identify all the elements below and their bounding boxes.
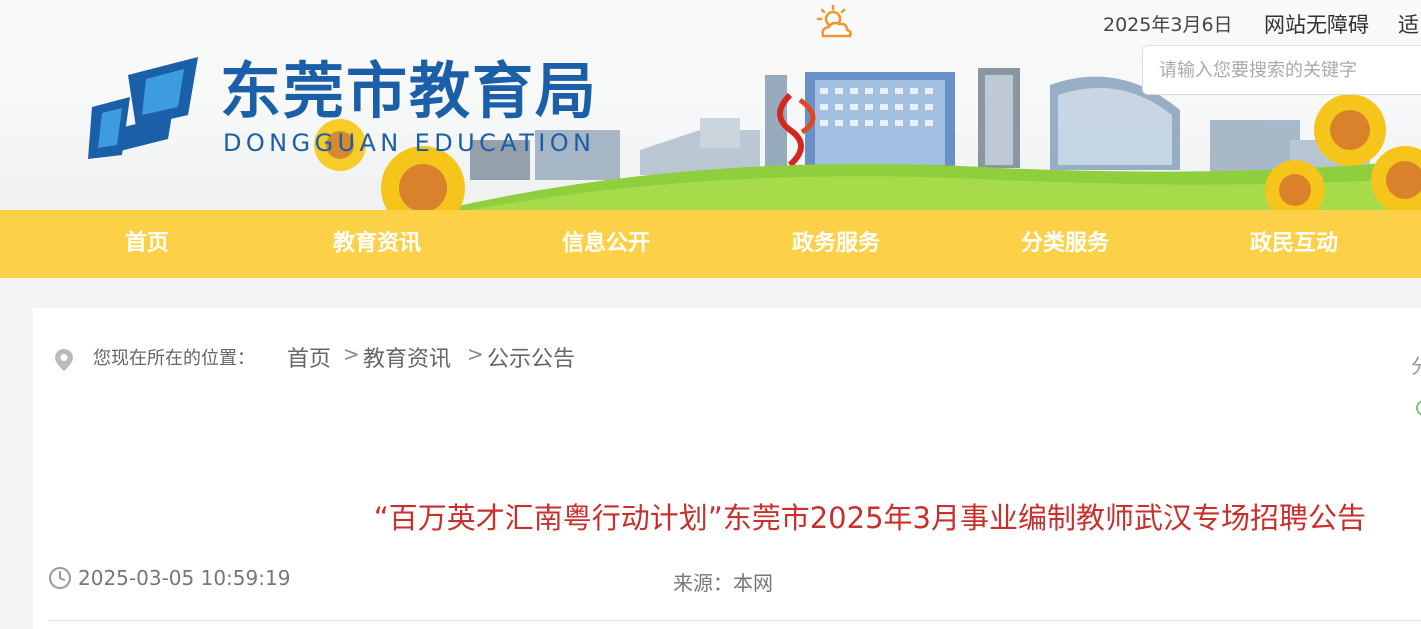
site-banner: 2025年3月6日 网站无障碍 适 东莞市教育局 DONGGUAN EDUCAT…: [0, 0, 1421, 210]
location-pin-icon: [55, 349, 73, 371]
nav-item-info-disclosure[interactable]: 信息公开: [491, 210, 721, 278]
article-panel: 您现在所在的位置： 首页 > 教育资讯 > 公示公告 分 “百万英才汇南粤行动计…: [33, 308, 1421, 629]
main-nav: 首页 教育资讯 信息公开 政务服务 分类服务 政民互动: [0, 210, 1421, 278]
nav-item-gov-services[interactable]: 政务服务: [721, 210, 951, 278]
article-source: 来源：本网: [673, 571, 773, 595]
sun-cloud-icon: [816, 4, 852, 38]
divider: [48, 620, 1421, 621]
breadcrumb-label: 您现在所在的位置：: [93, 348, 255, 369]
share-label-partial: 分: [1411, 350, 1421, 379]
breadcrumb-home[interactable]: 首页: [287, 341, 331, 373]
nav-item-education-news[interactable]: 教育资讯: [262, 210, 492, 278]
share-wechat-icon[interactable]: [1416, 400, 1421, 416]
publish-time: 2025-03-05 10:59:19: [78, 566, 291, 590]
site-name-en: DONGGUAN EDUCATION: [223, 129, 596, 157]
search-input[interactable]: [1143, 46, 1421, 94]
article-title: “百万英才汇南粤行动计划”东莞市2025年3月事业编制教师武汉专场招聘公告: [373, 501, 1366, 535]
breadcrumb-separator: >: [467, 342, 484, 366]
nav-item-home[interactable]: 首页: [32, 210, 262, 278]
breadcrumb-separator: >: [343, 342, 360, 366]
site-logo-icon: [88, 57, 198, 159]
search-box[interactable]: [1142, 45, 1421, 95]
breadcrumb-announcements[interactable]: 公示公告: [487, 341, 575, 373]
site-name: 东莞市教育局: [220, 56, 599, 127]
nav-item-public-interaction[interactable]: 政民互动: [1179, 210, 1409, 278]
clock-icon: [49, 567, 71, 589]
nav-item-category-services[interactable]: 分类服务: [950, 210, 1180, 278]
elder-mode-link[interactable]: 适: [1398, 9, 1419, 39]
current-date: 2025年3月6日: [1103, 14, 1233, 36]
breadcrumb-education-news[interactable]: 教育资讯: [363, 341, 451, 373]
accessibility-link[interactable]: 网站无障碍: [1264, 9, 1369, 39]
